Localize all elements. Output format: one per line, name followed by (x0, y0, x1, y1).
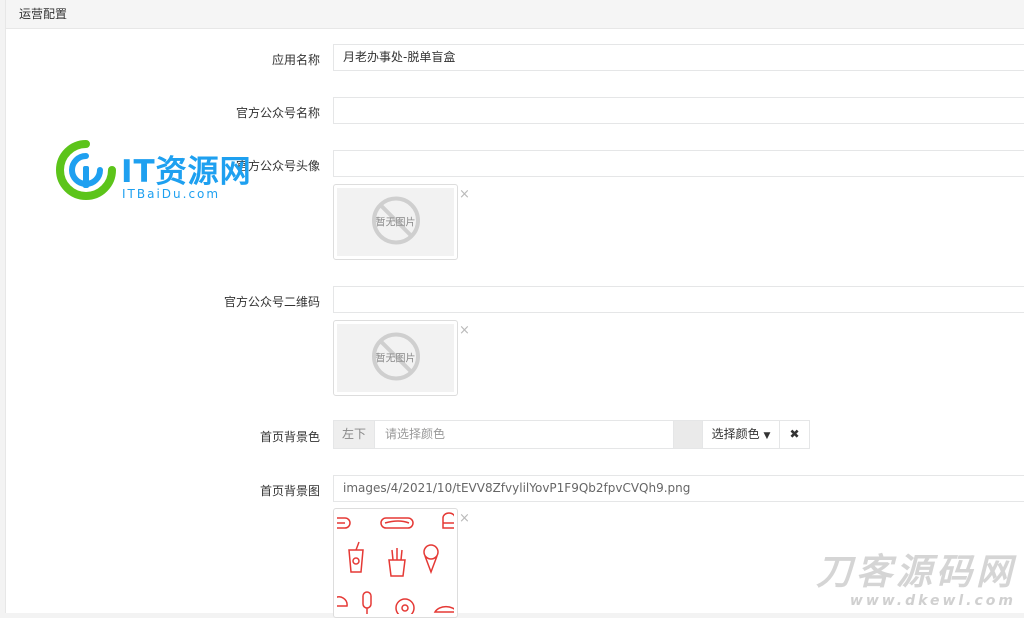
itbaidu-watermark: IT资源网 ITBaiDu.com (56, 140, 251, 205)
app-name-input[interactable]: 月老办事处-脱单盲盒 (333, 44, 1024, 71)
no-image-text: 暂无图片 (375, 353, 416, 365)
itbaidu-url-text: ITBaiDu.com (122, 187, 221, 201)
home-bg-image-input[interactable]: images/4/2021/10/tEVV8ZfvylilYovP1F9Qb2f… (333, 475, 1024, 502)
official-qrcode-preview[interactable]: 暂无图片 (333, 320, 458, 396)
color-input[interactable]: 请选择颜色 (374, 420, 674, 449)
app-name-label: 应用名称 (271, 53, 320, 67)
itbaidu-logo-icon (56, 140, 116, 200)
official-name-input[interactable] (333, 97, 1024, 124)
remove-qrcode-icon[interactable]: × (459, 324, 470, 337)
official-qrcode-input[interactable] (333, 286, 1024, 313)
caret-down-icon: ▼ (763, 431, 771, 441)
select-color-button[interactable]: 选择颜色 ▼ (702, 420, 780, 449)
no-image-icon: 暂无图片 (370, 331, 422, 386)
remove-bg-image-icon[interactable]: × (459, 512, 470, 525)
no-image-icon: 暂无图片 (370, 195, 422, 250)
official-avatar-preview[interactable]: 暂无图片 (333, 184, 458, 260)
select-color-label: 选择颜色 (711, 427, 760, 441)
dkewl-watermark: 刀客源码网 www.dkewl.com (815, 552, 1016, 610)
remove-avatar-icon[interactable]: × (459, 188, 470, 201)
operation-config-panel: 运营配置 应用名称 月老办事处-脱单盲盒 官方公众号名称 官方公众号头像 暂无图… (5, 0, 1024, 618)
official-name-label: 官方公众号名称 (235, 106, 320, 120)
official-qrcode-label: 官方公众号二维码 (223, 295, 320, 309)
official-avatar-input[interactable] (333, 150, 1024, 177)
panel-title: 运营配置 (6, 0, 1024, 29)
home-bg-image-label: 首页背景图 (259, 484, 320, 498)
home-bg-image-preview[interactable] (333, 508, 458, 618)
itbaidu-brand-text: IT资源网 (121, 154, 252, 190)
no-image-text: 暂无图片 (375, 217, 416, 229)
clear-color-button[interactable]: ✖ (779, 420, 810, 449)
dkewl-brand-text: 刀客源码网 (815, 552, 1016, 593)
food-pattern-image (337, 512, 454, 614)
dkewl-url-text: www.dkewl.com (849, 593, 1016, 609)
home-bg-color-label: 首页背景色 (259, 430, 320, 444)
color-swatch[interactable] (673, 420, 703, 449)
color-addon: 左下 (333, 420, 375, 449)
